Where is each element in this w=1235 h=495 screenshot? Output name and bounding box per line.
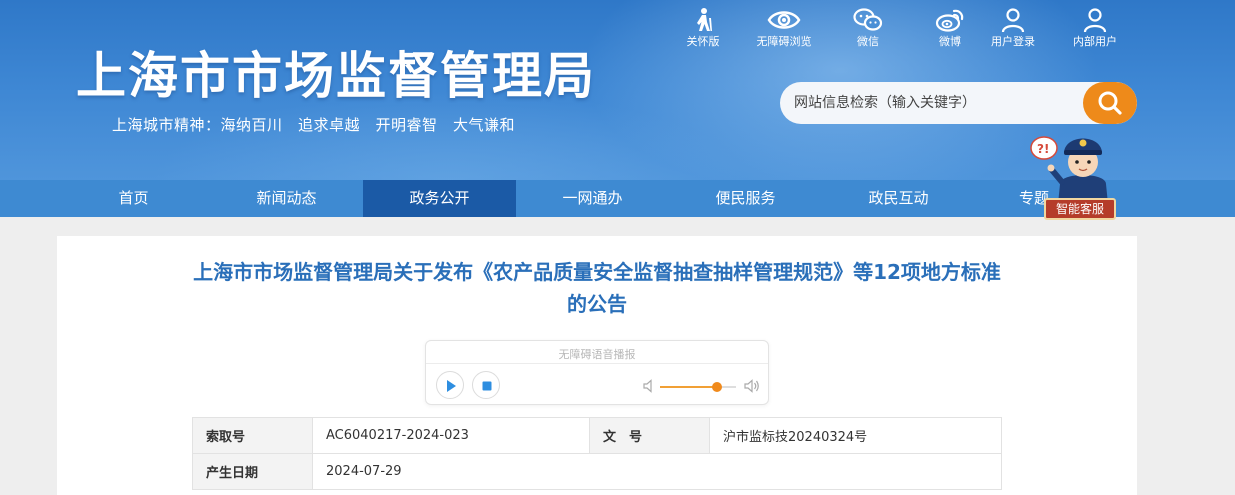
- top-link-label: 无障碍浏览: [756, 35, 812, 48]
- document-number-label: 文 号: [589, 417, 710, 454]
- svg-text:?!: ?!: [1037, 142, 1049, 156]
- user-icon: [1001, 8, 1025, 33]
- top-link-label: 微博: [939, 35, 961, 48]
- eye-icon: [767, 11, 801, 29]
- top-link-user-login[interactable]: 用户登录: [978, 6, 1048, 50]
- top-link-internal-user[interactable]: 内部用户: [1060, 6, 1130, 50]
- site-slogan: 上海城市精神：海纳百川 追求卓越 开明睿智 大气谦和: [112, 116, 516, 134]
- index-number-label: 索取号: [192, 417, 313, 454]
- audio-player: 无障碍语音播报: [425, 340, 769, 405]
- top-link-label: 内部用户: [1073, 35, 1117, 48]
- table-row: 产生日期 2024-07-29: [192, 453, 1002, 490]
- stop-icon: [482, 381, 492, 391]
- top-link-weibo[interactable]: 微博: [915, 6, 985, 50]
- creation-date-value: 2024-07-29: [312, 453, 1002, 490]
- search-button[interactable]: [1083, 82, 1137, 124]
- article-container: 上海市市场监督管理局关于发布《农产品质量安全监督抽查抽样管理规范》等12项地方标…: [57, 236, 1137, 495]
- creation-date-label: 产生日期: [192, 453, 313, 490]
- play-icon: [447, 380, 456, 392]
- nav-item-news[interactable]: 新闻动态: [210, 180, 363, 217]
- volume-slider-fill: [660, 386, 717, 388]
- smart-customer-service[interactable]: ?! 智能客服: [1026, 126, 1122, 226]
- volume-slider-handle[interactable]: [712, 382, 722, 392]
- table-row: 索取号 AC6040217-2024-023 文 号 沪市监标技20240324…: [192, 417, 1002, 454]
- top-link-label: 微信: [857, 35, 879, 48]
- nav-item-home[interactable]: 首页: [57, 180, 210, 217]
- site-title[interactable]: 上海市市场监督管理局: [76, 46, 596, 106]
- top-link-care-version[interactable]: 关怀版: [668, 6, 738, 50]
- play-button[interactable]: [436, 371, 464, 399]
- divider: [426, 363, 768, 364]
- nav-item-convenience-services[interactable]: 便民服务: [669, 180, 822, 217]
- elderly-icon: [697, 8, 712, 31]
- weibo-icon: [935, 9, 964, 32]
- user-icon: [1083, 8, 1107, 33]
- document-info-table: 索取号 AC6040217-2024-023 文 号 沪市监标技20240324…: [192, 417, 1002, 490]
- stop-button[interactable]: [472, 371, 500, 399]
- search-box: [780, 82, 1137, 124]
- search-icon: [1098, 91, 1122, 115]
- wechat-icon: [853, 8, 883, 31]
- nav-item-one-stop-service[interactable]: 一网通办: [516, 180, 669, 217]
- document-number-value: 沪市监标技20240324号: [709, 417, 1002, 454]
- top-links: 关怀版 无障碍浏览 微信 微博 用户登录 内部用户: [668, 6, 1138, 50]
- index-number-value: AC6040217-2024-023: [312, 417, 590, 454]
- police-mascot-icon: ?!: [1030, 136, 1108, 204]
- top-link-wechat[interactable]: 微信: [833, 6, 903, 50]
- search-input[interactable]: [780, 82, 1090, 124]
- article-title: 上海市市场监督管理局关于发布《农产品质量安全监督抽查抽样管理规范》等12项地方标…: [193, 260, 1001, 316]
- nav-item-government-affairs[interactable]: 政务公开: [363, 180, 516, 217]
- top-link-accessibility[interactable]: 无障碍浏览: [749, 6, 819, 50]
- audio-player-label: 无障碍语音播报: [558, 348, 636, 361]
- volume-high-icon[interactable]: [744, 378, 760, 394]
- smart-service-label: 智能客服: [1044, 198, 1116, 220]
- top-link-label: 用户登录: [991, 35, 1035, 48]
- volume-low-icon[interactable]: [643, 379, 655, 393]
- top-link-label: 关怀版: [686, 35, 720, 48]
- volume-slider[interactable]: [660, 382, 736, 392]
- nav-item-public-interaction[interactable]: 政民互动: [822, 180, 975, 217]
